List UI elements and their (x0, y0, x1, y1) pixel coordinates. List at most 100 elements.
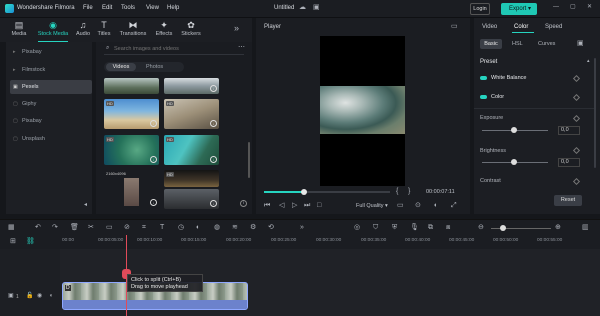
fullscreen-icon[interactable]: ⤢ (451, 202, 457, 209)
keyframe-icon[interactable] (572, 177, 581, 186)
video-thumbnail[interactable]: HD ↓ (104, 135, 159, 165)
search-input[interactable] (114, 44, 224, 54)
previous-frame-icon[interactable]: ⏮ (264, 202, 270, 209)
lock-icon[interactable]: 🔓 (26, 293, 33, 299)
tool-stickers[interactable]: ✿ Stickers (178, 20, 204, 37)
speed-icon[interactable]: ◷ (178, 224, 184, 231)
download-icon[interactable]: ↓ (150, 199, 157, 206)
play-reverse-icon[interactable]: ◁ (279, 202, 284, 209)
video-thumbnail[interactable]: ↓ (164, 189, 219, 209)
play-icon[interactable]: ▷ (292, 202, 297, 209)
maximize-icon[interactable]: ▢ (570, 4, 576, 10)
tab-speed[interactable]: Speed (545, 24, 562, 30)
split-icon[interactable]: ✂ (88, 224, 94, 231)
sidebar-item-pixabay-top[interactable]: ▸ Pixabay (10, 45, 92, 59)
zoom-slider-handle[interactable] (500, 225, 506, 231)
text-icon[interactable]: T (160, 224, 164, 231)
video-thumbnail[interactable]: 2160x4096 ↓ (104, 170, 159, 208)
color-toggle[interactable] (480, 95, 487, 99)
download-icon[interactable]: ↓ (150, 120, 157, 127)
snap-icon[interactable]: ⧈ (446, 224, 450, 231)
sidebar-item-filmstock[interactable]: ▸ Filmstock (10, 63, 92, 77)
video-thumbnail[interactable] (104, 78, 159, 94)
tab-color[interactable]: Color (514, 24, 528, 30)
menu-tools[interactable]: Tools (121, 5, 135, 11)
snapshot-icon[interactable]: ⊙ (415, 202, 421, 209)
link-icon[interactable]: ⛓ (26, 238, 35, 245)
mark-in-icon[interactable]: { (396, 188, 398, 195)
zoom-in-icon[interactable]: ⊕ (555, 224, 561, 231)
minimize-icon[interactable]: — (553, 4, 559, 10)
shield-icon[interactable]: ⛨ (392, 224, 397, 231)
download-icon[interactable]: ↓ (210, 120, 217, 127)
keyframe-icon[interactable] (572, 93, 581, 102)
sidebar-item-unsplash[interactable]: ▢ Unsplash (10, 132, 92, 146)
volume-icon[interactable]: ◖ (433, 202, 437, 209)
tool-audio[interactable]: ♫ Audio (72, 20, 94, 37)
keyframe-icon[interactable] (572, 146, 581, 155)
more-options-icon[interactable]: ⋯ (238, 44, 245, 51)
mark-out-icon[interactable]: } (408, 188, 410, 195)
exposure-value[interactable]: 0,0 (558, 126, 580, 135)
sidebar-item-pixabay[interactable]: ▢ Pixabay (10, 114, 92, 128)
scrollbar[interactable] (248, 142, 250, 178)
video-thumbnail[interactable]: HD (164, 170, 219, 187)
tab-photos[interactable]: Photos (146, 63, 163, 71)
tool-transitions[interactable]: ⧓ Transitions (115, 20, 151, 37)
track-layout-icon[interactable]: ▥ (582, 224, 589, 231)
video-thumbnail[interactable]: HD ↓ (164, 135, 219, 165)
video-thumbnail[interactable]: HD ↓ (104, 99, 159, 129)
subtab-hsl[interactable]: HSL (512, 41, 523, 47)
timeline-ruler[interactable]: ⊞ ⛓ 00:00 00:00:05:00 00:00:10:00 00:00:… (0, 235, 600, 249)
next-frame-icon[interactable]: ⏭ (304, 202, 310, 209)
mask-icon[interactable]: ◍ (214, 224, 220, 231)
quality-dropdown[interactable]: Full Quality ▾ (356, 203, 388, 209)
collapse-panel-icon[interactable]: ◂ (84, 202, 87, 208)
render-icon[interactable]: ◎ (354, 224, 360, 231)
export-button[interactable]: Export ▾ (501, 3, 537, 15)
stop-icon[interactable]: □ (317, 202, 321, 209)
cut-icon[interactable]: ⊘ (124, 224, 130, 231)
delete-icon[interactable]: 🗑 (70, 224, 79, 231)
tab-videos[interactable]: Videos (106, 63, 136, 71)
compare-icon[interactable]: ▣ (577, 40, 584, 47)
redo-icon[interactable]: ↷ (52, 224, 58, 231)
tool-titles[interactable]: T Titles (93, 20, 115, 37)
marker-icon[interactable]: ⛉ (373, 224, 378, 231)
brightness-slider-handle[interactable] (511, 159, 517, 165)
adjust-icon[interactable]: ⚙ (250, 224, 256, 231)
mic-icon[interactable]: 🎙 (410, 224, 419, 231)
eye-icon[interactable]: ◉ (37, 293, 42, 299)
menu-view[interactable]: View (146, 5, 159, 11)
grid-icon[interactable]: ▦ (8, 224, 15, 231)
video-thumbnail[interactable]: ↓ (164, 78, 219, 94)
color-icon[interactable]: ◐ (196, 224, 200, 231)
collapse-icon[interactable]: ▴ (587, 59, 590, 64)
layers-icon[interactable]: ⧉ (428, 224, 433, 231)
tool-stock-media[interactable]: ◉ Stock Media (35, 20, 71, 37)
menu-file[interactable]: File (83, 5, 93, 11)
video-thumbnail[interactable]: HD ↓ (164, 99, 219, 129)
menu-help[interactable]: Help (167, 5, 179, 11)
audio-wave-icon[interactable]: ≋ (232, 224, 238, 231)
tool-effects[interactable]: ✦ Effects (152, 20, 176, 37)
add-track-icon[interactable]: ⊞ (10, 238, 16, 245)
brightness-value[interactable]: 0,0 (558, 158, 580, 167)
keyframe-icon[interactable] (572, 114, 581, 123)
download-icon[interactable]: ↓ (150, 156, 157, 163)
crop-icon[interactable]: ⌗ (142, 224, 146, 231)
zoom-out-icon[interactable]: ⊖ (478, 224, 484, 231)
sidebar-item-pexels[interactable]: ▣ Pexels (10, 80, 92, 94)
tool-media[interactable]: ▤ Media (8, 20, 30, 37)
login-button[interactable]: Login (470, 3, 490, 15)
keyframe-icon[interactable] (572, 74, 581, 83)
display-icon[interactable]: ▭ (397, 202, 404, 209)
cloud-icon[interactable]: ☁ (299, 4, 306, 11)
save-icon[interactable]: ▣ (313, 4, 320, 11)
menu-edit[interactable]: Edit (102, 5, 112, 11)
download-icon[interactable]: ↓ (210, 200, 217, 207)
sidebar-item-giphy[interactable]: ▢ Giphy (10, 97, 92, 111)
subtab-basic[interactable]: Basic (480, 39, 502, 49)
exposure-slider-handle[interactable] (511, 127, 517, 133)
snapshot-mode-icon[interactable]: ▭ (451, 23, 458, 30)
